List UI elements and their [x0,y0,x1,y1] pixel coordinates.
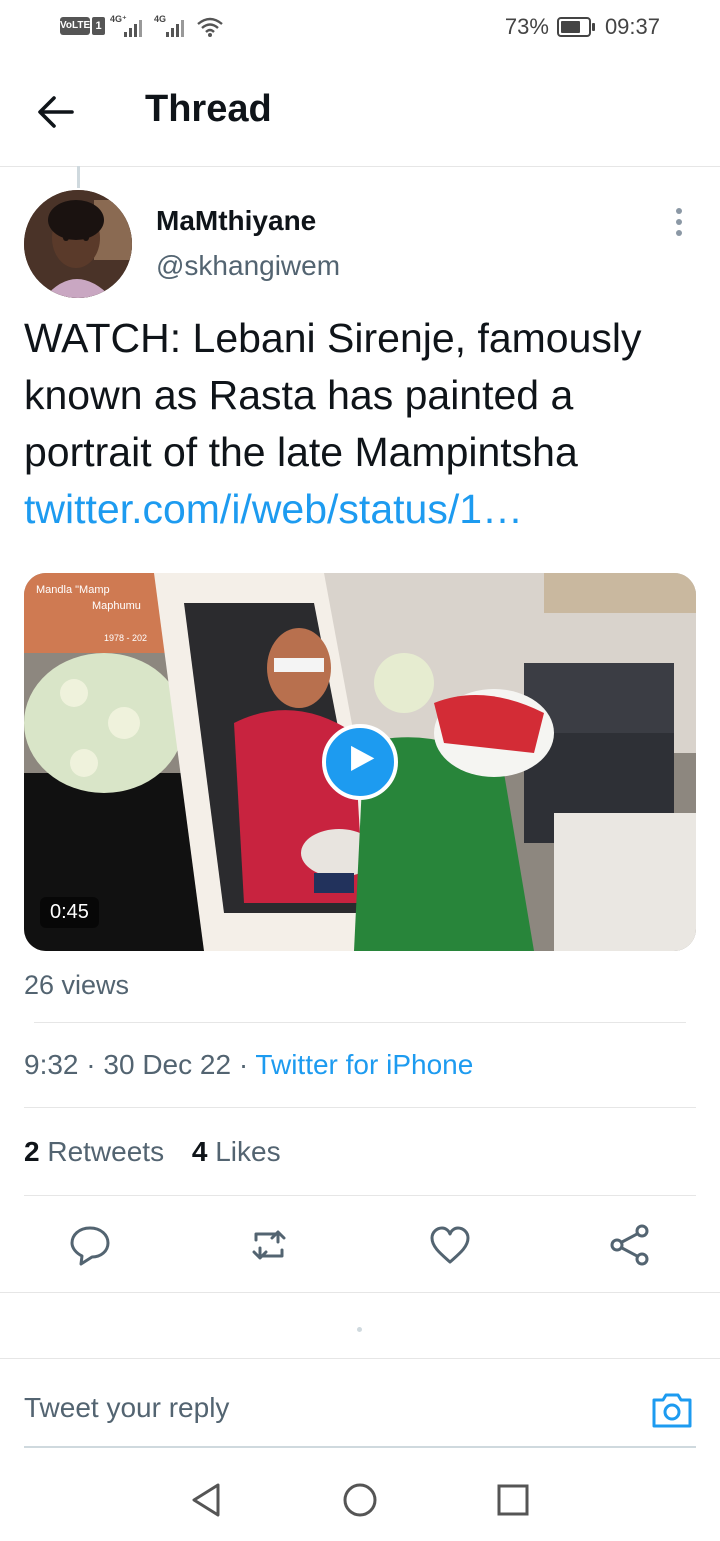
tweet-text: WATCH: Lebani Sirenje, famously known as… [24,310,704,538]
tweet-stats: 2 Retweets 4 Likes [24,1136,281,1168]
avatar-photo [24,190,132,298]
battery-percent: 73% [504,14,549,39]
divider [24,1195,696,1196]
scroll-indicator [357,1327,362,1332]
wifi-icon [197,17,223,37]
avatar[interactable] [24,190,132,298]
tweet-source[interactable]: Twitter for iPhone [255,1049,473,1080]
likes-stat[interactable]: 4 Likes [192,1136,281,1167]
app-header: Thread [0,56,720,167]
author-display-name[interactable]: MaMthiyane [156,205,316,237]
banner-text-1: Mandla "Mamp [36,584,110,596]
reply-input[interactable]: Tweet your reply [24,1392,229,1424]
network-type-2: 4G [154,14,167,24]
camera-icon[interactable] [650,1388,694,1432]
likes-count: 4 [191,1136,208,1167]
tweet-meta: 9:32 · 30 Dec 22 · Twitter for iPhone [24,1049,474,1080]
reply-underline [24,1446,696,1448]
volte-indicator: VoLTE [60,17,90,35]
tweet-date: 30 Dec 22 [103,1049,232,1080]
tweet-body: WATCH: Lebani Sirenje, famously known as… [24,315,642,475]
home-circle-icon[interactable] [340,1480,380,1520]
page-title: Thread [145,88,272,130]
play-icon[interactable] [322,724,398,800]
retweets-count: 2 [24,1136,40,1167]
view-count: 26 views [24,970,130,1000]
reply-icon[interactable] [67,1222,113,1268]
retweets-label: Retweets [47,1136,165,1167]
thread-line [77,166,80,188]
banner-text-2: Maphumu [92,600,141,612]
divider [24,1107,696,1108]
recents-square-icon[interactable] [493,1480,533,1520]
status-bar: VoLTE 1 4G⁺ 4G 73% 09:37 [0,0,720,56]
banner-text-3: 1978 - 202 [104,633,147,643]
divider [34,1022,686,1023]
signal-icon [124,19,142,37]
arrow-left-icon[interactable] [30,86,82,138]
retweets-stat[interactable]: 2 Retweets [24,1136,172,1167]
author-handle[interactable]: @skhangiwem [156,250,340,282]
share-icon[interactable] [607,1222,653,1268]
battery-icon [556,17,595,37]
tweet-time: 9:32 [24,1049,79,1080]
video-duration: 0:45 [40,897,99,928]
more-options-icon[interactable] [664,200,694,244]
clock: 09:37 [604,14,660,39]
back-triangle-icon[interactable] [186,1480,226,1520]
sim-indicator: 1 [92,17,105,35]
likes-label: Likes [215,1136,281,1167]
status-right: 73% 09:37 [505,14,660,40]
tweet-link[interactable]: twitter.com/i/web/status/1… [24,481,704,538]
like-icon[interactable] [427,1222,473,1268]
divider [0,1292,720,1293]
retweet-icon[interactable] [246,1222,292,1268]
signal-icon-2 [166,19,184,37]
